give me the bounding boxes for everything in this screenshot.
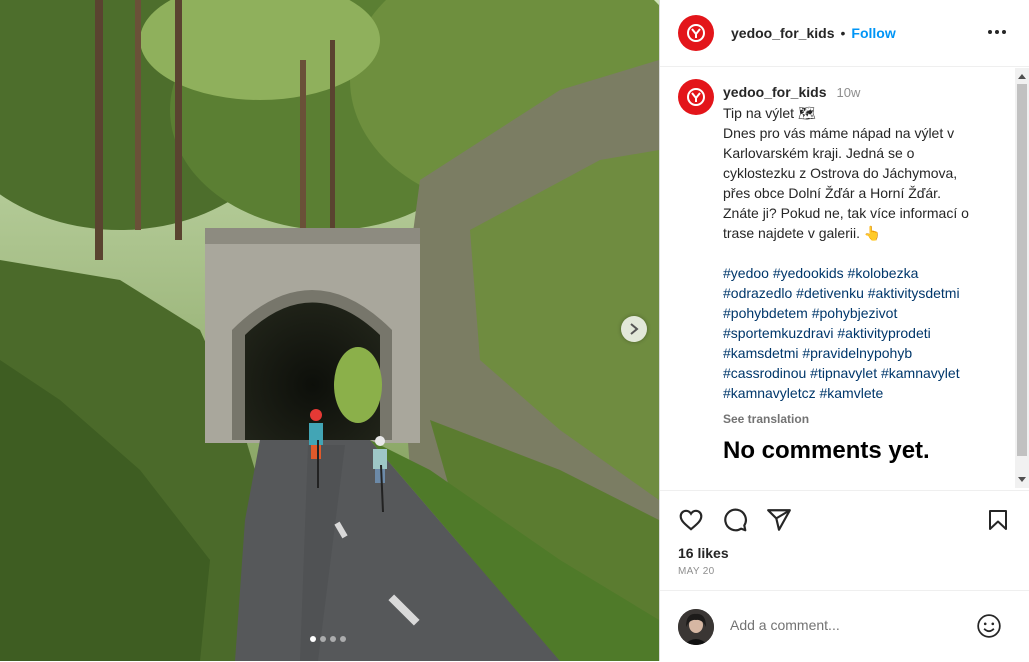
see-translation-link[interactable]: See translation [723,409,998,429]
comment-button[interactable] [722,507,748,538]
post-image[interactable] [0,0,659,661]
more-options-icon [988,30,1006,34]
carousel-dot [310,636,316,642]
carousel-indicator [310,636,346,642]
hashtag-line[interactable]: #kamnavyletcz #kamvlete [723,383,998,403]
caption-line: cyklostezku z Ostrova do Jáchymova, [723,165,958,181]
hashtags: #yedoo #yedookids #kolobezka #odrazedlo … [723,263,998,403]
hashtag-line[interactable]: #sportemkuzdravi #aktivityprodeti [723,323,998,343]
carousel-dot [320,636,326,642]
separator-dot: • [840,25,846,41]
more-options-button[interactable] [987,22,1007,47]
profile-username[interactable]: yedoo_for_kids [731,25,834,41]
follow-button[interactable]: Follow [851,25,895,41]
scroll-up-arrow[interactable] [1018,74,1026,79]
caption-line: Karlovarském kraji. Jedná se o [723,145,915,161]
caption-header: yedoo_for_kids 10w [723,82,998,103]
share-button[interactable] [766,507,792,538]
carousel-dot [340,636,346,642]
emoji-button[interactable] [976,613,1002,644]
action-bar: 16 likes MAY 20 [660,490,1029,591]
caption-line: Dnes pro vás máme nápad na výlet v [723,125,955,141]
post-panel: yedoo_for_kids • Follow yedoo_for_kids 1… [659,0,1029,661]
yedoo-logo-icon [687,88,705,106]
caption-body: yedoo_for_kids 10w Tip na výlet 🗺 Dnes p… [723,82,998,464]
current-user-avatar [678,609,714,645]
hashtag-line[interactable]: #odrazedlo #detivenku #aktivitysdetmi [723,283,998,303]
caption-line: trase najdete v galerii. 👆 [723,225,882,241]
scroll-down-arrow[interactable] [1018,477,1026,482]
heart-icon [679,509,703,531]
chevron-right-icon [630,323,639,335]
profile-avatar[interactable] [678,15,714,51]
tunnel-photo [0,0,659,661]
yedoo-logo-icon [687,24,705,42]
hashtag-line[interactable]: #cassrodinou #tipnavylet #kamnavylet [723,363,998,383]
comment-bar [660,590,1029,662]
post-date: MAY 20 [678,566,715,577]
caption-scrollbar[interactable] [1015,68,1029,488]
post-header: yedoo_for_kids • Follow [660,0,1029,67]
caption-line: Znáte ji? Pokud ne, tak více informací o [723,205,969,221]
caption-section: yedoo_for_kids 10w Tip na výlet 🗺 Dnes p… [660,68,1015,488]
caption-line: přes obce Dolní Žďár a Horní Žďár. [723,185,941,201]
like-button[interactable] [678,507,704,538]
user-photo [678,609,714,645]
hashtag-line[interactable]: #yedoo #yedookids #kolobezka [723,263,998,283]
hashtag-line[interactable]: #kamsdetmi #pravidelnypohyb [723,343,998,363]
share-icon [767,509,791,531]
hashtag-line[interactable]: #pohybdetem #pohybjezivot [723,303,998,323]
likes-count[interactable]: 16 likes [678,545,729,561]
comment-input[interactable] [728,616,972,634]
post-time[interactable]: 10w [836,83,860,103]
emoji-icon [977,614,1001,638]
save-button[interactable] [986,507,1010,538]
scroll-thumb[interactable] [1017,84,1027,456]
caption-username[interactable]: yedoo_for_kids [723,82,826,102]
bookmark-icon [989,510,1007,530]
no-comments-text: No comments yet. [723,437,930,464]
comment-icon [724,508,747,532]
next-slide-button[interactable] [621,316,647,342]
caption-line: Tip na výlet 🗺 [723,105,816,121]
caption-avatar[interactable] [678,79,714,115]
carousel-dot [330,636,336,642]
